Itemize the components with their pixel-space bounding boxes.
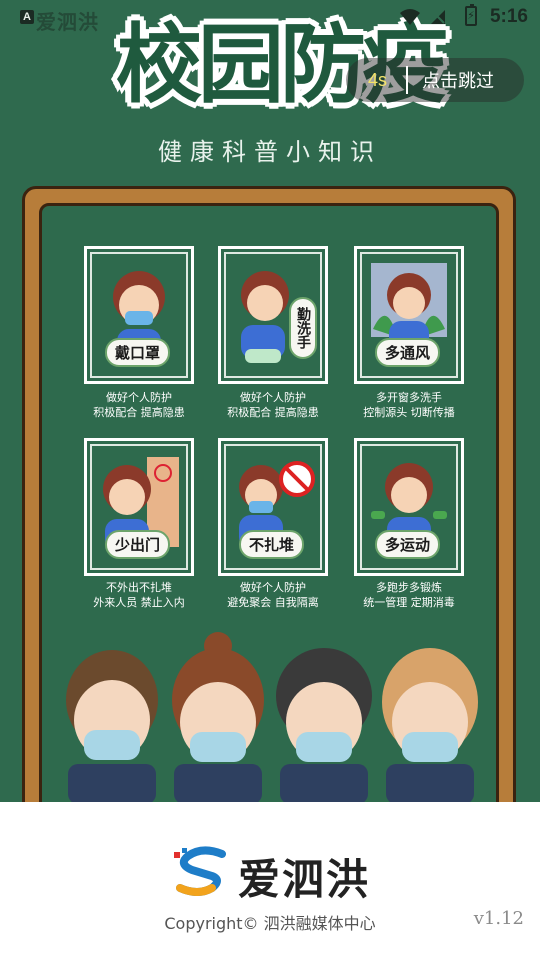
wifi-icon — [400, 9, 420, 25]
badge-ventilation: 多通风 — [375, 338, 441, 367]
students-illustration — [66, 632, 478, 802]
skip-button[interactable]: 4s 点击跳过 — [346, 58, 524, 102]
card-no-gathering: 不扎堆 — [218, 438, 328, 576]
caption-ventilation: 多开窗多洗手 控制源头 切断传播 — [363, 391, 455, 419]
copyright-text: Copyright© 泗洪融媒体中心 — [164, 914, 376, 933]
app-logo-icon — [174, 846, 226, 896]
badge-stay-home: 少出门 — [105, 530, 171, 559]
badge-exercise: 多运动 — [375, 530, 441, 559]
caption-mask: 做好个人防护 积极配合 提高隐患 — [93, 391, 185, 419]
caption-handwash: 做好个人防护 积极配合 提高隐患 — [227, 391, 319, 419]
card-mask: 戴口罩 — [84, 246, 194, 384]
battery-charging-icon — [465, 4, 477, 26]
card-exercise: 多运动 — [354, 438, 464, 576]
countdown-text: 4s — [368, 69, 388, 90]
caption-no-gathering: 做好个人防护 避免聚会 自我隔离 — [227, 581, 319, 609]
skip-label: 点击跳过 — [422, 71, 494, 92]
card-stay-home: 少出门 — [84, 438, 194, 576]
badge-mask: 戴口罩 — [105, 338, 171, 367]
status-time: 5:16 — [489, 6, 528, 27]
brand-name: 爱泗洪 — [238, 855, 371, 904]
status-bar: A 爱泗洪 5:16 — [0, 0, 540, 36]
card-handwash: 勤洗手 — [218, 246, 328, 384]
footer: 爱泗洪 Copyright© 泗洪融媒体中心 v1.12 — [0, 802, 540, 960]
badge-no-gathering: 不扎堆 — [239, 530, 305, 559]
caption-stay-home: 不外出不扎堆 外来人员 禁止入内 — [93, 581, 185, 609]
badge-handwash: 勤洗手 — [289, 297, 317, 359]
status-app-name: 爱泗洪 — [36, 10, 99, 34]
no-signal-icon — [431, 10, 445, 24]
hero-subtitle: 健康科普小知识 — [158, 138, 382, 166]
caption-exercise: 多跑步多锻炼 统一管理 定期消毒 — [363, 581, 455, 609]
card-ventilation: 多通风 — [354, 246, 464, 384]
divider — [406, 66, 408, 94]
splash-ad[interactable]: A 爱泗洪 5:16 校园防疫 健康科普小知识 4s 点击跳过 — [0, 0, 540, 802]
notification-a-icon: A — [20, 10, 34, 24]
version-label: v1.12 — [473, 908, 524, 929]
